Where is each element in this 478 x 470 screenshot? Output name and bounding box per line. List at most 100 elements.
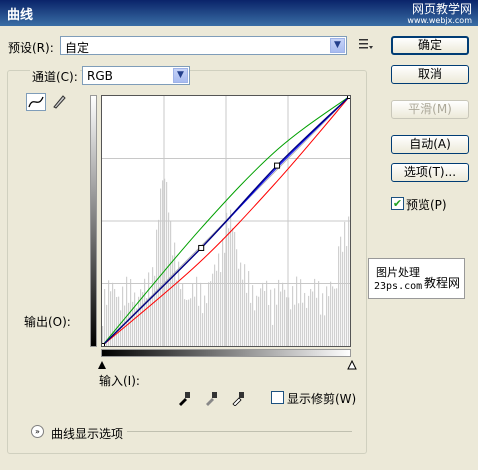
display-options-label[interactable]: 曲线显示选项	[51, 425, 123, 442]
input-gradient-bar	[101, 349, 351, 357]
watermark: 网页教学网 www.webjx.com	[394, 2, 472, 32]
smooth-button[interactable]: 平滑(M)	[391, 100, 469, 119]
histogram-bar	[316, 297, 318, 346]
histogram-bar	[280, 291, 282, 346]
histogram-bar	[204, 295, 206, 346]
window-title: 曲线	[7, 8, 34, 23]
histogram-bar	[346, 246, 348, 346]
histogram-bar	[116, 296, 118, 346]
histogram-bar	[292, 286, 294, 346]
histogram-bar	[332, 286, 334, 346]
output-gradient-bar	[90, 95, 97, 347]
histogram-bar	[242, 279, 244, 346]
histogram-bar	[146, 297, 148, 346]
cancel-button[interactable]: 取消	[391, 65, 469, 84]
histogram-bar	[108, 280, 110, 346]
show-clipping-checkbox[interactable]	[271, 391, 284, 404]
histogram-bar	[340, 236, 342, 346]
divider	[127, 431, 352, 432]
histogram-bar	[180, 289, 182, 346]
chevron-down-icon: ▼	[330, 38, 345, 53]
histogram-bar	[250, 302, 252, 346]
curve-control-point[interactable]	[198, 244, 205, 251]
curve-control-point[interactable]	[99, 343, 105, 349]
histogram-bar	[222, 238, 224, 346]
auto-button[interactable]: 自动(A)	[391, 135, 469, 154]
preset-options-icon[interactable]	[358, 37, 378, 55]
histogram-bar	[282, 282, 284, 346]
overlay-line3: 教程网	[424, 276, 461, 290]
histogram-bar	[212, 273, 214, 346]
histogram-bar	[268, 304, 270, 346]
histogram-bar	[326, 286, 328, 346]
histogram-bar	[240, 262, 242, 346]
black-eyedropper-icon[interactable]	[176, 390, 192, 406]
histogram-bar	[144, 278, 146, 346]
histogram-bar	[310, 288, 312, 346]
histogram-bar	[258, 296, 260, 346]
gray-eyedropper-icon[interactable]	[203, 390, 219, 406]
histogram-bar	[172, 255, 174, 346]
histogram-bar	[162, 180, 164, 346]
expand-chevron-icon[interactable]: »	[31, 425, 44, 438]
options-button[interactable]: 选项(T)...	[391, 163, 469, 182]
curves-graph-svg[interactable]	[99, 93, 353, 349]
histogram-bar	[244, 264, 246, 346]
histogram-bar	[126, 276, 128, 346]
histogram-bar	[272, 324, 274, 346]
black-point-slider[interactable]	[97, 360, 107, 370]
curve-control-point[interactable]	[274, 162, 281, 169]
histogram-bar	[166, 181, 168, 346]
histogram-bar	[284, 289, 286, 346]
histogram-bar	[150, 299, 152, 346]
show-clipping-label: 显示修剪(W)	[287, 392, 357, 406]
histogram-bar	[260, 288, 262, 346]
histogram-bar	[228, 228, 230, 346]
histogram-bar	[300, 279, 302, 346]
histogram-bar	[304, 292, 306, 346]
ok-button[interactable]: 确定	[391, 36, 469, 55]
histogram-bar	[274, 288, 276, 346]
histogram-bar	[296, 276, 298, 346]
curves-graph[interactable]	[99, 93, 353, 349]
watermark-line2: www.webjx.com	[407, 16, 472, 25]
title-bar: 曲线 网页教学网 www.webjx.com	[0, 0, 478, 26]
channel-select[interactable]: RGB ▼	[82, 66, 190, 85]
histogram-bar	[262, 282, 264, 346]
preset-label: 预设(R):	[8, 41, 54, 55]
histogram-bar	[236, 249, 238, 346]
histogram-bar	[248, 271, 250, 346]
histogram-bar	[202, 313, 204, 346]
histogram-bar	[286, 297, 288, 346]
histogram-bar	[188, 299, 190, 346]
preview-checkbox[interactable]: ✔	[391, 197, 404, 210]
histogram-bar	[218, 253, 220, 346]
histogram-bar	[122, 286, 124, 346]
preset-value: 自定	[65, 41, 90, 55]
histogram-bar	[302, 302, 304, 346]
histogram-bar	[140, 289, 142, 346]
curve-tool-icon[interactable]	[26, 93, 46, 111]
histogram-bar	[256, 295, 258, 346]
histogram-bar	[214, 264, 216, 346]
histogram-bar	[158, 219, 160, 346]
histogram-bar	[246, 292, 248, 346]
histogram-bar	[178, 261, 180, 346]
histogram-bar	[184, 299, 186, 346]
output-label: 输出(O):	[24, 315, 71, 329]
histogram-bar	[142, 292, 144, 346]
histogram-bar	[176, 280, 178, 346]
white-eyedropper-icon[interactable]	[230, 390, 246, 406]
preset-select[interactable]: 自定 ▼	[60, 36, 347, 55]
histogram-bar	[198, 305, 200, 346]
channel-label: 通道(C):	[30, 68, 80, 85]
overlay-line2: 23ps.com	[374, 281, 423, 292]
white-point-slider[interactable]	[347, 360, 357, 370]
histogram-bar	[278, 279, 280, 346]
curve-control-point[interactable]	[347, 93, 353, 99]
input-label: 输入(I):	[99, 374, 140, 388]
histogram-bar	[312, 291, 314, 346]
pencil-icon[interactable]	[50, 93, 70, 111]
histogram-bar	[210, 281, 212, 346]
histogram-bar	[270, 289, 272, 346]
